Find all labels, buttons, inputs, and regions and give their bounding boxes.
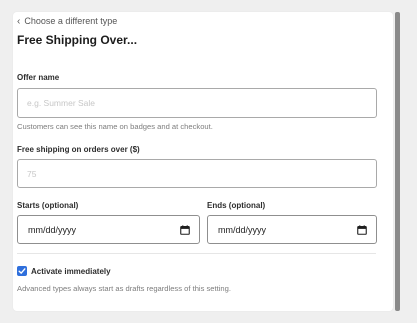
- calendar-icon: [180, 224, 190, 235]
- chevron-left-icon: ‹: [17, 15, 21, 27]
- starts-date-value: mm/dd/yyyy: [28, 224, 77, 235]
- ends-date-value: mm/dd/yyyy: [218, 224, 267, 235]
- activate-immediately-checkbox[interactable]: [17, 266, 27, 276]
- choose-different-type-link[interactable]: ‹ Choose a different type: [17, 16, 117, 26]
- activate-immediately-label[interactable]: Activate immediately: [31, 267, 111, 276]
- ends-label: Ends (optional): [207, 201, 266, 210]
- back-link-label: Choose a different type: [24, 16, 118, 26]
- form-title: Free Shipping Over...: [17, 33, 138, 47]
- checkmark-icon: [18, 268, 26, 274]
- activate-hint: Advanced types always start as drafts re…: [17, 284, 231, 293]
- offer-name-input[interactable]: [17, 88, 377, 118]
- scrollbar[interactable]: [395, 12, 400, 311]
- section-divider: [17, 253, 376, 254]
- threshold-input[interactable]: [17, 159, 377, 188]
- starts-label: Starts (optional): [17, 201, 79, 210]
- calendar-icon: [357, 224, 367, 235]
- starts-date-input[interactable]: mm/dd/yyyy: [17, 215, 200, 244]
- threshold-label: Free shipping on orders over ($): [17, 145, 140, 154]
- ends-date-input[interactable]: mm/dd/yyyy: [207, 215, 377, 244]
- offer-name-hint: Customers can see this name on badges an…: [17, 122, 213, 131]
- offer-name-label: Offer name: [17, 73, 60, 82]
